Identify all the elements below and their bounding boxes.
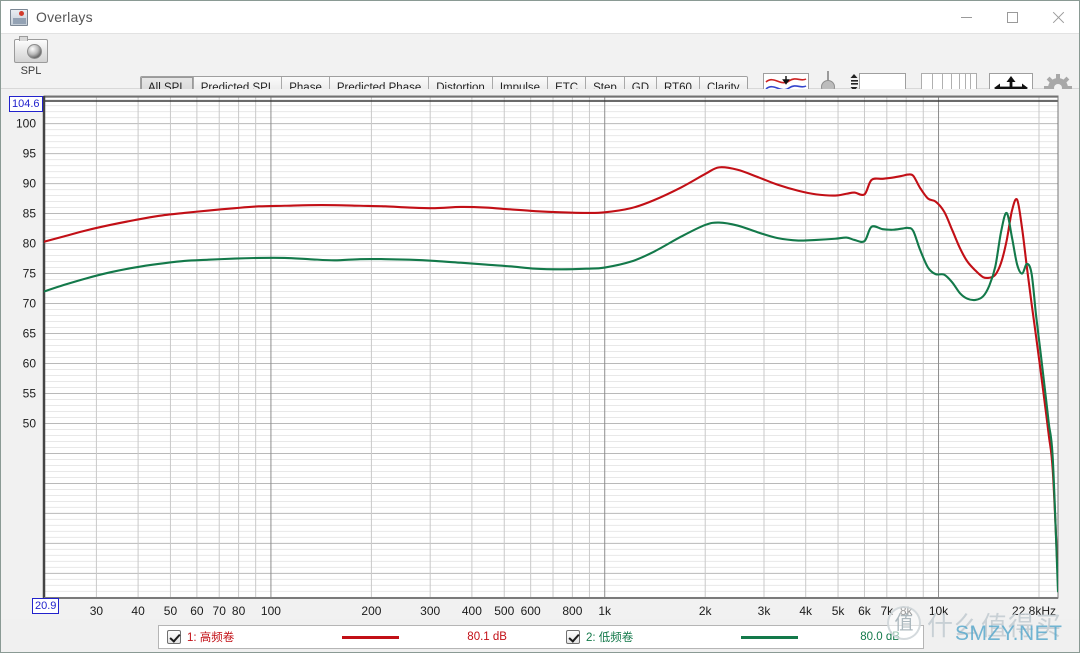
minimize-icon — [960, 17, 972, 18]
camera-lens-icon — [27, 44, 42, 59]
minimize-button[interactable] — [943, 1, 989, 34]
y-tick-label: 85 — [23, 207, 37, 221]
legend-item-1[interactable]: 1: 高频卷 80.1 dB — [159, 626, 558, 648]
close-icon — [1052, 11, 1065, 24]
close-button[interactable] — [1035, 1, 1079, 34]
overlays-window: Overlays SPL All SPL Predicted SPL Phase… — [0, 0, 1080, 653]
x-tick-label: 30 — [90, 604, 104, 618]
legend-item-2[interactable]: 2: 低频卷 80.0 dB — [558, 626, 923, 648]
camera-viewfinder-icon — [19, 36, 28, 41]
window-controls — [943, 1, 1079, 34]
x-tick-label: 400 — [462, 604, 482, 618]
x-tick-label: 4k — [799, 604, 813, 618]
x-tick-label: 600 — [521, 604, 541, 618]
legend-checkbox-1[interactable] — [167, 630, 181, 644]
x-tick-label: 40 — [131, 604, 145, 618]
legend-checkbox-2[interactable] — [565, 630, 580, 644]
x-tick-label: 300 — [420, 604, 440, 618]
legend-line-1 — [342, 635, 400, 639]
spl-graph-svg: 100 95 90 85 80 75 70 65 60 55 50 30 40 50 60 70 80 100 20… — [1, 89, 1079, 619]
legend-level-1: 80.1 dB — [467, 631, 507, 643]
y-tick-label: 95 — [23, 147, 37, 161]
y-axis-top-value[interactable]: 104.6 — [9, 96, 43, 112]
y-tick-label: 70 — [23, 297, 37, 311]
x-tick-label: 7k — [880, 604, 894, 618]
x-tick-label: 6k — [858, 604, 872, 618]
x-tick-label: 22.8kHz — [1012, 604, 1056, 618]
x-tick-label: 50 — [164, 604, 178, 618]
overlays-icon — [10, 8, 28, 26]
maximize-button[interactable] — [989, 1, 1035, 34]
legend-line-2 — [741, 635, 799, 639]
y-tick-label: 50 — [23, 416, 37, 430]
x-tick-label: 5k — [832, 604, 846, 618]
maximize-icon — [1006, 12, 1018, 23]
x-tick-label: 500 — [494, 604, 514, 618]
spl-graph[interactable]: 100 95 90 85 80 75 70 65 60 55 50 30 40 50 60 70 80 100 20… — [1, 89, 1079, 619]
y-tick-label: 75 — [23, 267, 37, 281]
x-tick-label: 800 — [562, 604, 582, 618]
y-tick-label: 60 — [23, 356, 37, 370]
watermark-text-net: SMZY.NET — [955, 622, 1063, 645]
x-tick-label: 3k — [758, 604, 772, 618]
legend-bar: 1: 高频卷 80.1 dB 2: 低频卷 80.0 dB — [158, 625, 924, 649]
x-tick-label: 1k — [598, 604, 612, 618]
window-titlebar: Overlays — [1, 1, 1079, 34]
x-tick-label: 60 — [190, 604, 204, 618]
x-tick-label: 100 — [261, 604, 281, 618]
capture-spl-button[interactable]: SPL — [13, 36, 49, 77]
x-tick-label: 8k — [900, 604, 914, 618]
y-tick-label: 65 — [23, 327, 37, 341]
y-tick-label: 80 — [23, 237, 37, 251]
x-tick-label: 10k — [929, 604, 949, 618]
x-tick-label: 70 — [213, 604, 227, 618]
camera-icon — [14, 36, 48, 63]
x-tick-label: 2k — [699, 604, 713, 618]
capture-label: SPL — [20, 65, 42, 77]
legend-level-2: 80.0 dB — [860, 631, 900, 643]
window-title: Overlays — [36, 9, 93, 25]
toolbar: SPL All SPL Predicted SPL Phase Predicte… — [1, 34, 1079, 105]
x-axis-left-value[interactable]: 20.9 — [32, 598, 60, 614]
x-tick-label: 200 — [361, 604, 381, 618]
y-tick-label: 55 — [23, 386, 37, 400]
y-tick-label: 90 — [23, 177, 37, 191]
legend-label-2: 2: 低频卷 — [585, 632, 634, 644]
y-tick-label: 100 — [16, 117, 36, 131]
x-tick-label: 80 — [232, 604, 246, 618]
legend-label-1: 1: 高频卷 — [187, 632, 235, 644]
